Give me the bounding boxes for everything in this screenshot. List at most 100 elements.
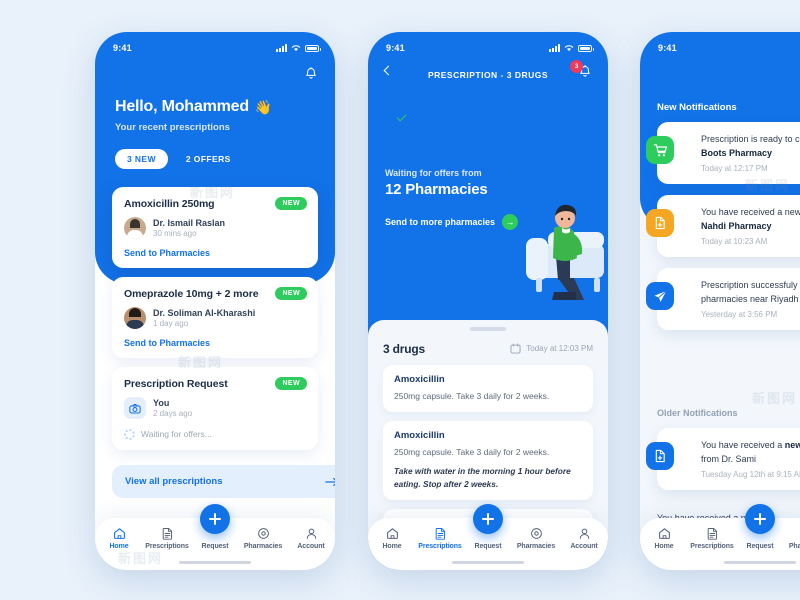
tab-home[interactable]: Home	[97, 527, 141, 550]
tab-label: Home	[109, 543, 129, 550]
drug-card[interactable]: Amoxicillin 250mg capsule. Take 3 daily …	[383, 364, 593, 412]
tab-label: Pharmacies	[516, 543, 556, 550]
status-bar: 9:41	[640, 32, 800, 58]
tab-prescriptions[interactable]: Prescriptions	[145, 527, 189, 550]
home-icon	[113, 528, 125, 539]
notification-text-bold: Nahdi Pharmacy	[701, 220, 772, 231]
new-notifications-list: Prescription is ready to collect from Bo…	[640, 122, 800, 341]
notification-bell-button[interactable]	[303, 66, 319, 82]
notification-item[interactable]: You have received a new offer from Nahdi…	[646, 195, 800, 257]
notification-item[interactable]: Prescription successfuly sent to 27 phar…	[646, 268, 800, 330]
home-icon	[658, 528, 670, 539]
filter-tab-new[interactable]: 3 NEW	[115, 149, 168, 169]
view-all-prescriptions-button[interactable]: View all prescriptions	[112, 465, 335, 498]
new-notifications-heading: New Notifications	[657, 102, 737, 113]
status-icons	[549, 44, 594, 52]
phone-screen-prescription-detail: 9:41 PRESCRIPTION - 3 DRUGS 3 Waiting fo…	[368, 32, 608, 570]
status-badge: NEW	[275, 197, 307, 210]
tab-label: Home	[382, 543, 402, 550]
status-bar: 9:41	[95, 32, 335, 58]
drug-card[interactable]: Amoxicillin 250mg capsule. Take 3 daily …	[383, 420, 593, 500]
bottom-tab-bar: Home Prescriptions Request Pharmacies Ac…	[95, 504, 335, 570]
wifi-icon	[564, 45, 574, 52]
home-indicator	[452, 561, 524, 564]
date-text: Today at 12:03 PM	[526, 344, 593, 353]
notification-time: Today at 10:23 AM	[701, 237, 768, 246]
send-to-pharmacies-link[interactable]: Send to Pharmacies	[124, 338, 306, 348]
tab-pharmacies[interactable]: Pharmacies	[514, 527, 558, 550]
doctor-row: Dr. Ismail Raslan 30 mins ago	[124, 217, 306, 240]
tab-label: Request	[201, 543, 229, 550]
notification-text-prefix: Prescription is ready to collect from	[701, 134, 800, 144]
filter-tabs: 3 NEW 2 OFFERS	[115, 149, 243, 169]
notification-text: You have received a new prescription fro…	[701, 439, 800, 466]
status-badge: NEW	[275, 376, 307, 390]
send-to-pharmacies-link[interactable]: Send to Pharmacies	[124, 248, 306, 258]
filter-tab-offers[interactable]: 2 OFFERS	[174, 149, 243, 169]
location-pin-icon	[530, 528, 542, 539]
waiting-label: Waiting for offers from	[385, 168, 482, 178]
doctor-name: Dr. Soliman Al-Kharashi	[153, 307, 256, 318]
person-icon	[579, 528, 589, 539]
drug-count-title: 3 drugs	[383, 341, 425, 356]
notification-count-badge: 3	[570, 60, 583, 73]
home-icon	[386, 528, 398, 539]
tab-label: Account	[297, 543, 325, 550]
back-button[interactable]	[383, 65, 394, 76]
greeting-heading: Hello, Mohammed 👋	[115, 98, 272, 116]
tab-home[interactable]: Home	[370, 527, 414, 550]
prescription-card[interactable]: Amoxicillin 250mg NEW Dr. Ismail Raslan …	[112, 187, 318, 268]
prescription-card-list: Amoxicillin 250mg NEW Dr. Ismail Raslan …	[95, 187, 335, 459]
tab-pharmacies[interactable]: Pharmacies	[786, 527, 800, 550]
sheet-header: 3 drugs Today at 12:03 PM	[383, 342, 593, 356]
tab-prescriptions[interactable]: Prescriptions	[690, 527, 734, 550]
notification-item[interactable]: Prescription is ready to collect from Bo…	[646, 122, 800, 184]
request-fab-button[interactable]	[200, 504, 230, 534]
status-time: 9:41	[386, 43, 405, 53]
older-notifications-heading: Older Notifications	[657, 408, 738, 418]
doctor-name: Dr. Ismail Raslan	[153, 218, 226, 228]
page-title: PRESCRIPTION - 3 DRUGS	[427, 70, 549, 80]
tab-label: Pharmacies	[788, 543, 800, 550]
notification-text-prefix: You have received a new offer from	[701, 207, 800, 217]
prescription-card[interactable]: Prescription Request NEW You 2 days ago	[112, 366, 318, 450]
waiting-status: Waiting for offers...	[124, 428, 306, 440]
drug-instructions: Take with water in the morning 1 hour be…	[394, 466, 571, 489]
send-to-more-pharmacies-button[interactable]: Send to more pharmacies →	[385, 214, 608, 230]
notification-time: Tuesday Aug 12th at 9:15 AM	[701, 470, 800, 479]
request-fab-button[interactable]	[745, 504, 775, 534]
notification-bell-button[interactable]: 3	[570, 60, 593, 80]
tab-account[interactable]: Account	[562, 527, 606, 550]
drug-name: Amoxicillin	[394, 429, 445, 441]
status-badge: NEW	[275, 286, 307, 300]
notification-text: You have received a new offer from Nahdi…	[701, 206, 800, 233]
phone-screen-notifications: 9:41 New Notifications Prescription is r…	[640, 32, 800, 570]
home-indicator	[179, 561, 251, 564]
drug-dosage: 250mg capsule. Take 3 daily for 2 weeks.	[394, 446, 550, 457]
notification-text-bold: Boots Pharmacy	[701, 147, 773, 158]
signal-icon	[549, 44, 560, 52]
status-time: 9:41	[113, 43, 132, 53]
notification-item[interactable]: You have received a new prescription fro…	[646, 428, 800, 490]
prescription-card[interactable]: Omeprazole 10mg + 2 more NEW Dr. Soliman…	[112, 276, 318, 358]
tab-account[interactable]: Account	[289, 527, 333, 550]
waving-hand-icon: 👋	[254, 98, 273, 115]
request-fab-button[interactable]	[473, 504, 503, 534]
status-time: 9:41	[658, 43, 677, 53]
tab-pharmacies[interactable]: Pharmacies	[241, 527, 285, 550]
sheet-grabber[interactable]	[470, 327, 506, 331]
screenshot-stage: 9:41 Hello, Mohammed 👋 Your recent presc…	[0, 0, 800, 600]
greeting-subtitle: Your recent prescriptions	[115, 122, 230, 133]
calendar-icon	[510, 343, 521, 354]
view-all-label: View all prescriptions	[125, 476, 223, 487]
doctor-row: Dr. Soliman Al-Kharashi 1 day ago	[124, 307, 306, 330]
prescription-date: Today at 12:03 PM	[510, 343, 593, 354]
waiting-for-offers-block: Waiting for offers from 12 Pharmacies Se…	[368, 168, 608, 230]
notification-text-suffix: from Dr. Sami	[701, 453, 757, 464]
status-bar: 9:41	[368, 32, 608, 58]
notification-text-prefix: You have received a	[701, 440, 785, 450]
location-pin-icon	[257, 528, 269, 539]
tab-home[interactable]: Home	[642, 527, 686, 550]
tab-prescriptions[interactable]: Prescriptions	[418, 527, 462, 550]
requester-name: You	[153, 397, 170, 408]
